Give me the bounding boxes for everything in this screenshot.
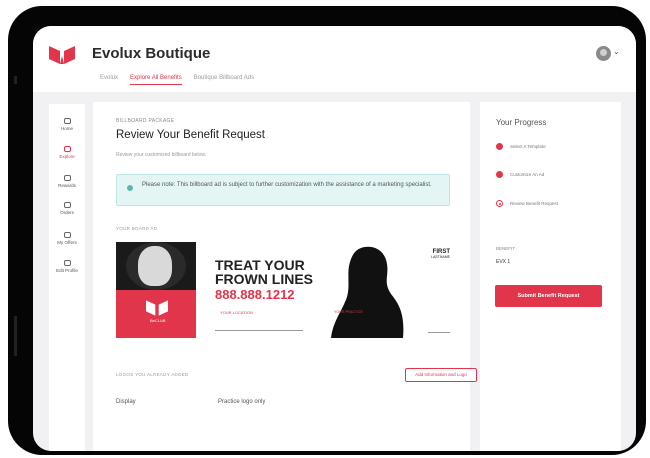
chevron-down-icon[interactable]: ⌄ <box>613 47 620 56</box>
page-subtitle: Review your customized billboard below. <box>116 152 207 158</box>
info-notice: Please note: This billboard ad is subjec… <box>116 174 450 206</box>
billboard-name: FIRST LASTNAME <box>420 249 450 260</box>
progress-title: Your Progress <box>496 118 547 127</box>
sidebar-item-orders[interactable]: Orders <box>49 202 85 215</box>
add-information-logo-button[interactable]: Add Information and Logo <box>405 368 477 382</box>
rewards-icon <box>63 175 71 181</box>
page-title: Review Your Benefit Request <box>116 129 265 141</box>
eyebrow-label: BILLBOARD PACKAGE <box>116 118 175 124</box>
name-last: LASTNAME <box>431 255 450 259</box>
step-label: Review Benefit Request <box>510 201 559 206</box>
check-icon <box>496 171 503 178</box>
main-card: BILLBOARD PACKAGE Review Your Benefit Re… <box>93 102 477 451</box>
check-icon <box>496 143 503 150</box>
billboard-headline: TREAT YOUR FROWN LINES <box>215 258 313 286</box>
display-label: Display <box>116 399 136 405</box>
billboard-phone: 888.888.1212 <box>215 287 295 302</box>
club-logo-icon <box>146 300 168 316</box>
home-icon <box>63 118 71 124</box>
step-label: Customize An Ad <box>510 172 545 177</box>
billboard-photo <box>116 242 196 290</box>
sidebar-item-rewards[interactable]: Rewards <box>49 175 85 188</box>
sidebar-item-label: Orders <box>60 210 74 215</box>
sidebar-item-edit-profile[interactable]: Edit Profile <box>49 260 85 273</box>
woman-silhouette <box>331 246 404 338</box>
brand-title: Evolux Boutique <box>92 45 211 62</box>
photo-face <box>138 246 172 286</box>
sidebar-item-label: Rewards <box>58 183 76 188</box>
app-header: Evolux Boutique Evolux Explore All Benef… <box>33 26 636 92</box>
brand-logo[interactable] <box>49 46 75 64</box>
billboard-location: YOUR LOCATION <box>220 310 253 315</box>
sidebar-item-label: Explore <box>59 154 75 159</box>
practice-badge: YOUR PRACTICE <box>334 310 363 314</box>
tab-evolux[interactable]: Evolux <box>100 75 118 85</box>
sidebar-item-my-offers[interactable]: My Offers <box>49 232 85 245</box>
submit-benefit-request-button[interactable]: Submit Benefit Request <box>495 285 602 307</box>
billboard-preview[interactable]: BeCLUB TREAT YOUR FROWN LINES 888.888.12… <box>116 242 453 338</box>
benefit-label: BENEFIT <box>496 246 516 251</box>
tab-boutique-billboard-ads[interactable]: Boutique Billboard Ads <box>194 75 254 85</box>
tab-explore-all-benefits[interactable]: Explore All Benefits <box>130 75 182 85</box>
sidebar-item-home[interactable]: Home <box>49 118 85 131</box>
current-step-icon <box>496 200 503 207</box>
top-tabs: Evolux Explore All Benefits Boutique Bil… <box>100 75 254 85</box>
progress-panel: Your Progress Select A Template Customiz… <box>480 102 621 451</box>
offers-icon <box>63 232 71 238</box>
explore-icon <box>63 146 71 152</box>
notice-text: Please note: This billboard ad is subjec… <box>142 182 432 188</box>
orders-icon <box>63 202 71 208</box>
benefit-value: EVX 1 <box>496 259 511 265</box>
tablet-frame: Evolux Boutique Evolux Explore All Benef… <box>8 6 646 455</box>
sidebar-item-label: Edit Profile <box>56 268 78 273</box>
step-label: Select A Template <box>510 144 546 149</box>
profile-icon <box>63 260 71 266</box>
sidebar-item-label: Home <box>60 126 73 131</box>
bezel-button <box>14 316 17 356</box>
app-screen: Evolux Boutique Evolux Explore All Benef… <box>33 26 636 451</box>
club-text: BeCLUB <box>150 318 166 323</box>
divider <box>215 330 303 331</box>
info-icon <box>127 185 133 191</box>
bezel-button <box>14 76 17 84</box>
section-label-logos: LOGOS YOU ALREADY ADDED <box>116 372 189 377</box>
sidebar-item-label: My Offers <box>57 240 77 245</box>
headline-line-1: TREAT YOUR <box>215 257 305 273</box>
divider <box>428 332 450 333</box>
sidebar-item-explore[interactable]: Explore <box>49 146 85 159</box>
avatar[interactable] <box>596 46 611 61</box>
billboard-logo-panel: BeCLUB <box>116 290 196 338</box>
section-label-ad: YOUR BOARD AD <box>116 226 158 231</box>
sidebar: Home Explore Rewards Orders My Offers Ed… <box>49 104 85 451</box>
display-value: Practice logo only <box>218 399 266 405</box>
headline-line-2: FROWN LINES <box>215 271 313 287</box>
